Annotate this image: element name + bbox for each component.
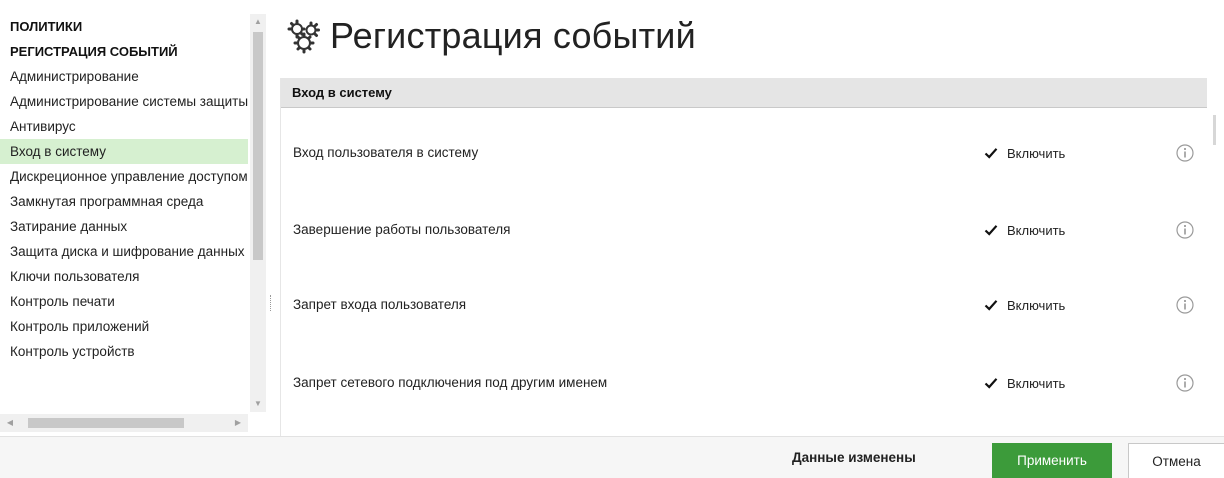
horizontal-scroll-thumb[interactable] xyxy=(28,418,184,428)
sidebar: ПОЛИТИКИ РЕГИСТРАЦИЯ СОБЫТИЙ Администрир… xyxy=(0,0,272,436)
gear-cluster-icon xyxy=(287,19,320,54)
footer-bar: Данные изменены Применить Отмена xyxy=(0,436,1224,478)
setting-label: Запрет входа пользователя xyxy=(293,297,467,312)
sidebar-item-security-system-administration[interactable]: Администрирование системы защиты xyxy=(0,89,248,114)
sidebar-item-device-control[interactable]: Контроль устройств xyxy=(0,339,248,364)
sidebar-item-application-control[interactable]: Контроль приложений xyxy=(0,314,248,339)
enable-label[interactable]: Включить xyxy=(1007,146,1065,161)
setting-row-login-denied: Запрет входа пользователя Включить xyxy=(281,290,1207,320)
sidebar-item-antivirus[interactable]: Антивирус xyxy=(0,114,248,139)
content-scrollbar-edge[interactable] xyxy=(1213,115,1216,145)
setting-label: Завершение работы пользователя xyxy=(293,222,511,237)
page-title: Регистрация событий xyxy=(330,15,696,56)
scroll-down-arrow-icon[interactable]: ▼ xyxy=(250,396,266,412)
checkmark-icon[interactable] xyxy=(983,145,999,161)
setting-row-user-login: Вход пользователя в систему Включить xyxy=(281,138,1207,168)
vertical-scroll-thumb[interactable] xyxy=(253,32,263,260)
sidebar-item-closed-software-environment[interactable]: Замкнутая программная среда xyxy=(0,189,248,214)
sidebar-vertical-scrollbar[interactable]: ▲ ▼ xyxy=(250,14,266,412)
apply-button[interactable]: Применить xyxy=(992,443,1112,478)
enable-label[interactable]: Включить xyxy=(1007,298,1065,313)
checkmark-icon[interactable] xyxy=(983,297,999,313)
scroll-up-arrow-icon[interactable]: ▲ xyxy=(250,14,266,30)
sidebar-item-administration[interactable]: Администрирование xyxy=(0,64,248,89)
sidebar-item-print-control[interactable]: Контроль печати xyxy=(0,289,248,314)
sidebar-item-disk-encryption[interactable]: Защита диска и шифрование данных xyxy=(0,239,248,264)
cancel-button[interactable]: Отмена xyxy=(1128,443,1224,478)
status-text: Данные изменены xyxy=(792,450,916,465)
section-header: Вход в систему xyxy=(281,78,1207,108)
checkmark-icon[interactable] xyxy=(983,375,999,391)
enable-checkbox-group[interactable]: Включить xyxy=(983,138,1065,168)
sidebar-list: ПОЛИТИКИ РЕГИСТРАЦИЯ СОБЫТИЙ Администрир… xyxy=(0,14,248,412)
sidebar-horizontal-scrollbar[interactable]: ◀ ▶ xyxy=(0,414,248,432)
setting-row-network-connection-denied: Запрет сетевого подключения под другим и… xyxy=(281,368,1207,398)
info-icon[interactable] xyxy=(1175,220,1195,240)
enable-checkbox-group[interactable]: Включить xyxy=(983,290,1065,320)
sidebar-heading-event-logging[interactable]: РЕГИСТРАЦИЯ СОБЫТИЙ xyxy=(0,39,248,64)
sidebar-item-data-wiping[interactable]: Затирание данных xyxy=(0,214,248,239)
sidebar-item-login[interactable]: Вход в систему xyxy=(0,139,248,164)
page-header: Регистрация событий xyxy=(284,10,696,62)
checkmark-icon[interactable] xyxy=(983,222,999,238)
panel-splitter[interactable] xyxy=(270,295,272,311)
main-panel: Регистрация событий Вход в систему Вход … xyxy=(280,0,1224,436)
info-icon[interactable] xyxy=(1175,373,1195,393)
info-icon[interactable] xyxy=(1175,295,1195,315)
sidebar-item-user-keys[interactable]: Ключи пользователя xyxy=(0,264,248,289)
enable-label[interactable]: Включить xyxy=(1007,376,1065,391)
scroll-left-arrow-icon[interactable]: ◀ xyxy=(2,414,18,432)
setting-label: Вход пользователя в систему xyxy=(293,145,479,160)
sidebar-heading-policies[interactable]: ПОЛИТИКИ xyxy=(0,14,248,39)
setting-label: Запрет сетевого подключения под другим и… xyxy=(293,375,608,390)
settings-content: Вход в систему Вход пользователя в систе… xyxy=(280,78,1210,436)
enable-checkbox-group[interactable]: Включить xyxy=(983,368,1065,398)
info-icon[interactable] xyxy=(1175,143,1195,163)
scroll-right-arrow-icon[interactable]: ▶ xyxy=(230,414,246,432)
setting-row-user-logout: Завершение работы пользователя Включить xyxy=(281,215,1207,245)
enable-label[interactable]: Включить xyxy=(1007,223,1065,238)
enable-checkbox-group[interactable]: Включить xyxy=(983,215,1065,245)
sidebar-item-discretionary-access[interactable]: Дискреционное управление доступом xyxy=(0,164,248,189)
